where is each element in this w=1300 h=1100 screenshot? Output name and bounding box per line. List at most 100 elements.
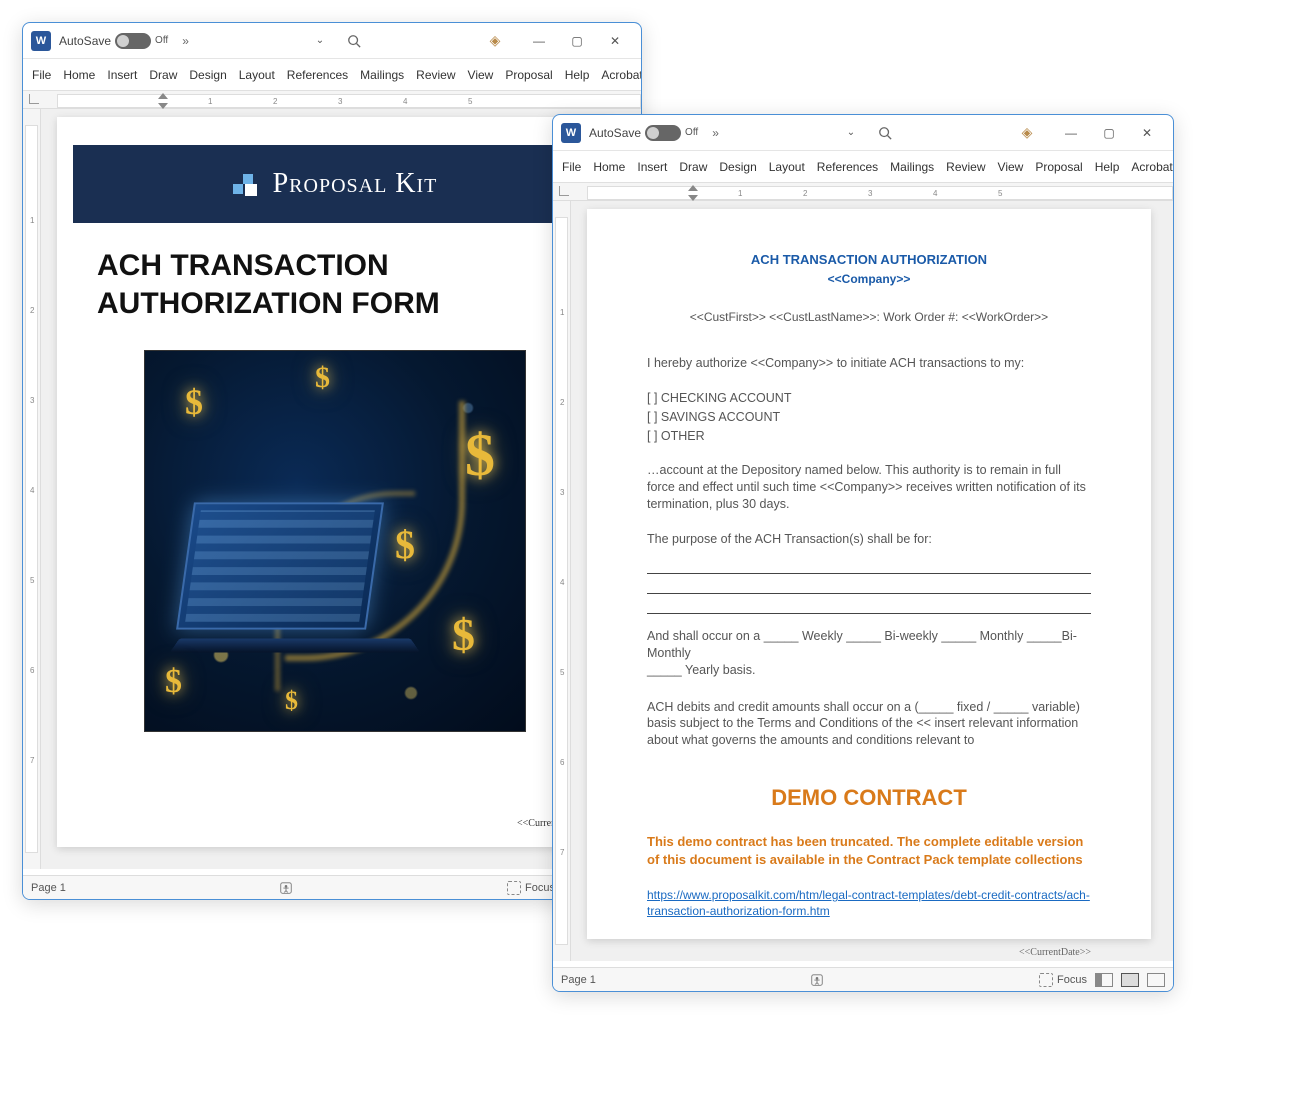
tab-review[interactable]: Review: [411, 64, 460, 86]
accessibility-icon[interactable]: [808, 971, 826, 989]
tab-layout[interactable]: Layout: [234, 64, 280, 86]
ruler-mark: 2: [273, 97, 277, 106]
tab-file[interactable]: File: [27, 64, 56, 86]
document-area[interactable]: 1 2 3 4 5 6 7 Proposal Kit ACH TRANSACTI…: [23, 109, 641, 869]
tab-proposal[interactable]: Proposal: [500, 64, 557, 86]
document-page[interactable]: ACH TRANSACTION AUTHORIZATION <<Company>…: [587, 209, 1151, 939]
vruler-mark: 2: [560, 398, 564, 407]
cover-title: ACH TRANSACTION AUTHORIZATION FORM: [97, 247, 573, 322]
tab-layout[interactable]: Layout: [764, 156, 810, 178]
title-dropdown-icon[interactable]: ⌄: [316, 35, 324, 46]
close-button[interactable]: ✕: [1129, 119, 1165, 147]
vertical-ruler[interactable]: 1 2 3 4 5 6 7: [553, 201, 571, 961]
focus-mode-button[interactable]: Focus: [1039, 973, 1087, 987]
focus-mode-button[interactable]: Focus: [507, 881, 555, 895]
check-option: [ ] OTHER: [647, 428, 1091, 445]
vruler-mark: 3: [30, 396, 34, 405]
vruler-mark: 7: [560, 848, 564, 857]
vertical-ruler[interactable]: 1 2 3 4 5 6 7: [23, 109, 41, 869]
ruler-mark: 1: [208, 97, 212, 106]
premium-diamond-icon[interactable]: ◈: [1019, 125, 1035, 141]
autosave-state: Off: [685, 127, 698, 138]
vruler-mark: 4: [30, 486, 34, 495]
tab-home[interactable]: Home: [58, 64, 100, 86]
ruler-mark: 5: [468, 97, 472, 106]
tab-mailings[interactable]: Mailings: [355, 64, 409, 86]
maximize-button[interactable]: ▢: [1091, 119, 1127, 147]
search-icon[interactable]: [346, 33, 362, 49]
tab-file[interactable]: File: [557, 156, 586, 178]
search-icon[interactable]: [877, 125, 893, 141]
tab-mailings[interactable]: Mailings: [885, 156, 939, 178]
horizontal-ruler[interactable]: 1 2 3 4 5: [23, 91, 641, 109]
tab-design[interactable]: Design: [184, 64, 231, 86]
tab-references[interactable]: References: [812, 156, 883, 178]
word-app-icon: W: [561, 123, 581, 143]
tab-review[interactable]: Review: [941, 156, 990, 178]
tab-acrobat[interactable]: Acrobat: [596, 64, 642, 86]
vruler-mark: 7: [30, 756, 34, 765]
ruler-mark: 3: [868, 189, 872, 198]
check-option: [ ] SAVINGS ACCOUNT: [647, 409, 1091, 426]
maximize-button[interactable]: ▢: [559, 27, 595, 55]
accessibility-icon[interactable]: [277, 879, 295, 897]
minimize-button[interactable]: —: [521, 27, 557, 55]
depository-paragraph: …account at the Depository named below. …: [647, 462, 1091, 513]
autosave[interactable]: AutoSave Off: [59, 33, 168, 49]
ruler-mark: 3: [338, 97, 342, 106]
ribbon-tabs: File Home Insert Draw Design Layout Refe…: [553, 151, 1173, 183]
titlebar: W AutoSave Off » ⌄ ◈ — ▢ ✕: [553, 115, 1173, 151]
status-bar: Page 1 Focus: [553, 967, 1173, 991]
tab-help[interactable]: Help: [1090, 156, 1125, 178]
tab-references[interactable]: References: [282, 64, 353, 86]
premium-diamond-icon[interactable]: ◈: [487, 33, 503, 49]
purpose-lines: [647, 558, 1091, 614]
page-indicator[interactable]: Page 1: [561, 974, 596, 986]
purpose-label: The purpose of the ACH Transaction(s) sh…: [647, 531, 1091, 548]
minimize-button[interactable]: —: [1053, 119, 1089, 147]
tab-draw[interactable]: Draw: [674, 156, 712, 178]
demo-contract-link[interactable]: https://www.proposalkit.com/htm/legal-co…: [647, 887, 1091, 919]
word-window-2: W AutoSave Off » ⌄ ◈ — ▢ ✕ File Home Ins…: [552, 114, 1174, 992]
form-title: ACH TRANSACTION AUTHORIZATION: [647, 251, 1091, 269]
tab-draw[interactable]: Draw: [144, 64, 182, 86]
tab-insert[interactable]: Insert: [102, 64, 142, 86]
vruler-mark: 1: [560, 308, 564, 317]
vruler-mark: 2: [30, 306, 34, 315]
document-area[interactable]: 1 2 3 4 5 6 7 ACH TRANSACTION AUTHORIZAT…: [553, 201, 1173, 961]
tab-view[interactable]: View: [993, 156, 1029, 178]
qat-overflow-icon[interactable]: »: [182, 34, 189, 48]
cover-illustration: $ $ $ $ $ $ $: [144, 350, 526, 732]
autosave-state: Off: [155, 35, 168, 46]
word-app-icon: W: [31, 31, 51, 51]
qat-overflow-icon[interactable]: »: [712, 126, 719, 140]
autosave-toggle[interactable]: [645, 125, 681, 141]
status-bar: Page 1 Focus: [23, 875, 641, 899]
tab-acrobat[interactable]: Acrobat: [1126, 156, 1174, 178]
horizontal-ruler[interactable]: 1 2 3 4 5: [553, 183, 1173, 201]
autosave-toggle[interactable]: [115, 33, 151, 49]
tab-view[interactable]: View: [463, 64, 499, 86]
tab-home[interactable]: Home: [588, 156, 630, 178]
titlebar: W AutoSave Off » ⌄ ◈ — ▢ ✕: [23, 23, 641, 59]
autosave[interactable]: AutoSave Off: [589, 125, 698, 141]
vruler-mark: 5: [30, 576, 34, 585]
brand-name: Proposal Kit: [273, 168, 438, 200]
autosave-label: AutoSave: [589, 126, 641, 140]
document-page[interactable]: Proposal Kit ACH TRANSACTION AUTHORIZATI…: [57, 117, 613, 847]
close-button[interactable]: ✕: [597, 27, 633, 55]
ribbon-tabs: File Home Insert Draw Design Layout Refe…: [23, 59, 641, 91]
ruler-mark: 5: [998, 189, 1002, 198]
print-layout-button[interactable]: [1121, 971, 1139, 989]
page-indicator[interactable]: Page 1: [31, 882, 66, 894]
web-layout-button[interactable]: [1147, 971, 1165, 989]
focus-icon: [1039, 973, 1053, 987]
tab-design[interactable]: Design: [714, 156, 761, 178]
read-mode-button[interactable]: [1095, 971, 1113, 989]
ruler-mark: 4: [403, 97, 407, 106]
title-dropdown-icon[interactable]: ⌄: [847, 127, 855, 138]
check-option: [ ] CHECKING ACCOUNT: [647, 390, 1091, 407]
tab-proposal[interactable]: Proposal: [1030, 156, 1087, 178]
tab-help[interactable]: Help: [560, 64, 595, 86]
tab-insert[interactable]: Insert: [632, 156, 672, 178]
